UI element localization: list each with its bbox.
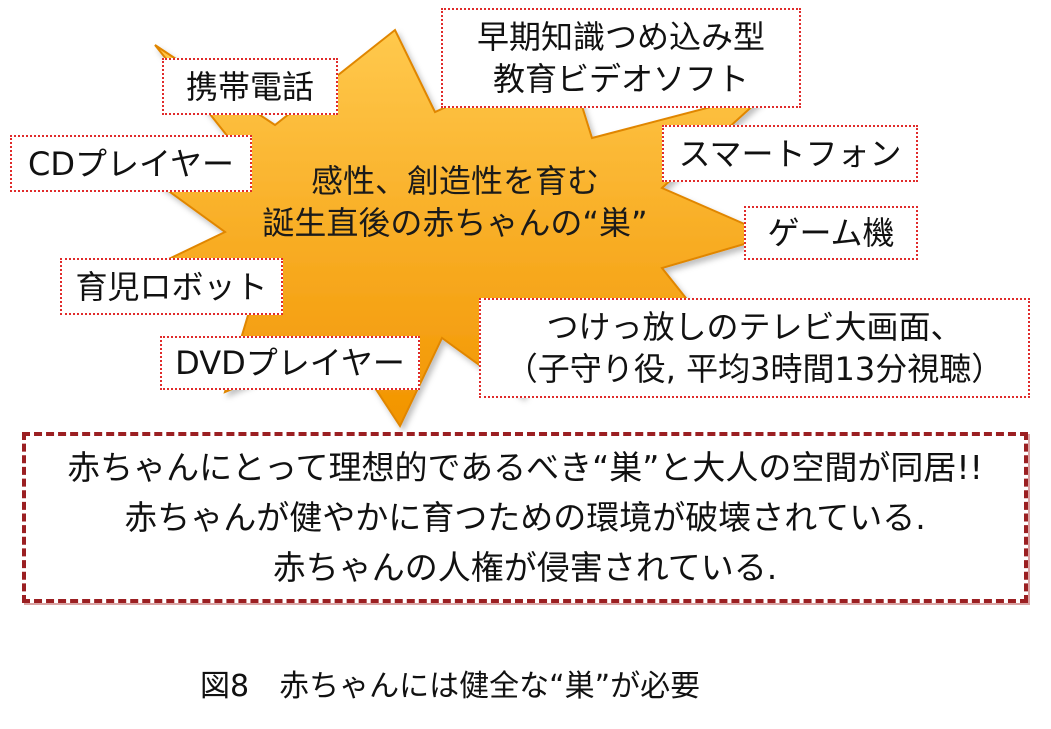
label-early-education-video: 早期知識つめ込み型 教育ビデオソフト: [441, 8, 801, 108]
label-mobile-phone-text: 携帯電話: [185, 67, 314, 106]
figure-caption: 図8 赤ちゃんには健全な“巣”が必要: [200, 669, 701, 704]
nest-description: 感性、創造性を育む 誕生直後の赤ちゃんの“巣”: [220, 160, 690, 244]
label-dvd-player-text: DVDプレイヤー: [175, 344, 405, 382]
message-line1: 赤ちゃんにとって理想的であるべき“巣”と大人の空間が同居!!: [67, 447, 983, 487]
label-cd-player: CDプレイヤー: [10, 135, 252, 192]
label-smartphone: スマートフォン: [662, 125, 918, 182]
label-mobile-phone: 携帯電話: [162, 58, 338, 115]
label-early-education-video-line2: 教育ビデオソフト: [492, 60, 749, 98]
nest-description-line2: 誕生直後の赤ちゃんの“巣”: [262, 204, 648, 242]
label-cd-player-text: CDプレイヤー: [27, 144, 235, 183]
message-box: 赤ちゃんにとって理想的であるべき“巣”と大人の空間が同居!! 赤ちゃんが健やかに…: [22, 432, 1028, 603]
label-childcare-robot: 育児ロボット: [60, 258, 283, 315]
nest-description-line1: 感性、創造性を育む: [310, 162, 599, 200]
label-big-screen-tv-line2: （子守り役, 平均3時間13分視聴）: [505, 350, 1004, 388]
label-game-console: ゲーム機: [744, 206, 918, 260]
label-big-screen-tv: つけっ放しのテレビ大画面、 （子守り役, 平均3時間13分視聴）: [479, 298, 1030, 398]
label-smartphone-text: スマートフォン: [678, 134, 902, 173]
label-childcare-robot-text: 育児ロボット: [75, 267, 268, 306]
label-big-screen-tv-line1: つけっ放しのテレビ大画面、: [546, 308, 963, 346]
label-early-education-video-line1: 早期知識つめ込み型: [476, 18, 765, 56]
message-line3: 赤ちゃんの人権が侵害されている.: [272, 547, 778, 587]
label-dvd-player: DVDプレイヤー: [160, 336, 420, 390]
message-line2: 赤ちゃんが健やかに育つための環境が破壊されている.: [124, 497, 926, 537]
label-game-console-text: ゲーム機: [767, 214, 895, 252]
